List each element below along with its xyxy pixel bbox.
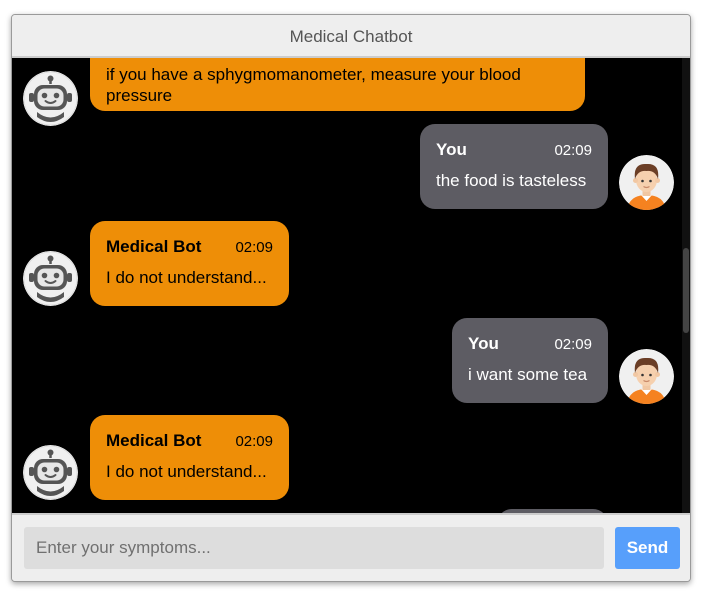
message-text: I do not understand... — [106, 268, 267, 287]
bot-avatar-icon — [23, 445, 78, 500]
scrollbar-thumb[interactable] — [683, 248, 689, 333]
message-text: i want some tea — [468, 365, 588, 384]
chat-window: Medical Chatbot if you have a sphygmoman… — [11, 14, 691, 582]
message-text: the food is tasteless — [436, 171, 587, 190]
user-message-bubble: You 02:09 i want some tea — [452, 318, 608, 403]
message-time: 02:09 — [554, 336, 592, 353]
message-text: if you have a sphygmomanometer, measure … — [106, 65, 521, 105]
message-sender: Medical Bot — [106, 431, 202, 450]
message-sender: You — [436, 140, 467, 159]
bot-message-bubble: Medical Bot 02:09 I do not understand... — [90, 415, 289, 500]
send-button[interactable]: Send — [615, 527, 680, 569]
symptoms-input[interactable] — [24, 527, 604, 569]
bot-message-bubble: Medical Bot 02:09 I do not understand... — [90, 221, 289, 306]
bot-avatar-icon — [23, 251, 78, 306]
message-sender: You — [468, 334, 499, 353]
chat-scrollbar[interactable] — [682, 58, 690, 513]
message-time: 02:09 — [235, 239, 273, 256]
message-sender: Medical Bot — [106, 237, 202, 256]
message-time: 02:09 — [235, 433, 273, 450]
chat-area[interactable]: if you have a sphygmomanometer, measure … — [12, 58, 690, 513]
user-avatar-icon — [619, 155, 674, 210]
user-message-bubble: You 02:09 the food is tasteless — [420, 124, 608, 209]
composer-bar: Send — [12, 513, 690, 581]
window-title: Medical Chatbot — [12, 15, 690, 58]
bot-message-bubble: if you have a sphygmomanometer, measure … — [90, 58, 585, 111]
message-time: 02:09 — [554, 142, 592, 159]
message-text: I do not understand... — [106, 462, 267, 481]
user-avatar-icon — [619, 349, 674, 404]
bot-avatar-icon — [23, 71, 78, 126]
